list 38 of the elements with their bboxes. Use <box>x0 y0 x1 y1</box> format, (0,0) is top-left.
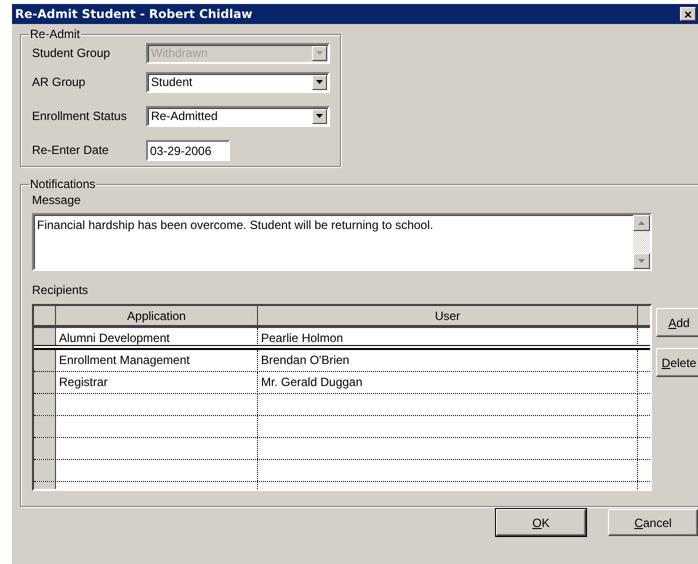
cancel-button[interactable]: Cancel <box>608 509 698 536</box>
delete-button[interactable]: Delete <box>656 348 698 377</box>
row-selector[interactable] <box>34 372 56 394</box>
field-label: Enrollment Status <box>32 109 128 123</box>
group-legend: Notifications <box>29 177 96 191</box>
dropdown[interactable]: Student <box>146 72 330 92</box>
empty-row[interactable] <box>34 394 650 416</box>
field-label: Student Group <box>32 46 112 60</box>
group-legend: Re-Admit <box>29 27 82 41</box>
table-cell: Registrar <box>56 372 258 394</box>
add-button[interactable]: Add <box>656 308 698 337</box>
window-title: Re-Admit Student - Robert Chidlaw <box>15 7 252 21</box>
close-button[interactable]: × <box>680 7 696 21</box>
empty-row[interactable] <box>34 438 650 460</box>
row-selector[interactable] <box>34 460 56 481</box>
row-selector[interactable] <box>34 394 56 415</box>
table-cell: Brendan O'Brien <box>258 350 638 372</box>
ok-button[interactable]: OK <box>496 509 586 536</box>
table-cell: Mr. Gerald Duggan <box>258 372 638 394</box>
message-field[interactable]: Financial hardship has been overcome. Student will be returning to school. <box>32 213 652 271</box>
scrollbar[interactable] <box>633 215 650 269</box>
table-row[interactable]: Alumni Development Pearlie Holmon <box>34 328 650 350</box>
field-label: Re-Enter Date <box>32 143 110 157</box>
row-selector[interactable] <box>34 438 56 459</box>
row-selector[interactable] <box>34 416 56 437</box>
dropdown[interactable]: Re-Admitted <box>146 106 330 126</box>
row-selector[interactable] <box>34 350 56 372</box>
table-cell: Enrollment Management <box>56 350 258 372</box>
scroll-down-arrow-icon[interactable] <box>638 259 645 263</box>
message-label: Message <box>32 193 82 209</box>
empty-row[interactable] <box>34 416 650 438</box>
scroll-up-arrow-icon[interactable] <box>638 221 645 225</box>
table-row[interactable]: Registrar Mr. Gerald Duggan <box>34 372 650 394</box>
empty-row[interactable] <box>34 460 650 482</box>
table-row[interactable]: Enrollment Management Brendan O'Brien <box>34 350 650 372</box>
recipients-label: Recipients <box>32 283 90 299</box>
field-label: AR Group <box>32 75 86 89</box>
date-field[interactable]: 03-29-2006 <box>146 140 230 160</box>
